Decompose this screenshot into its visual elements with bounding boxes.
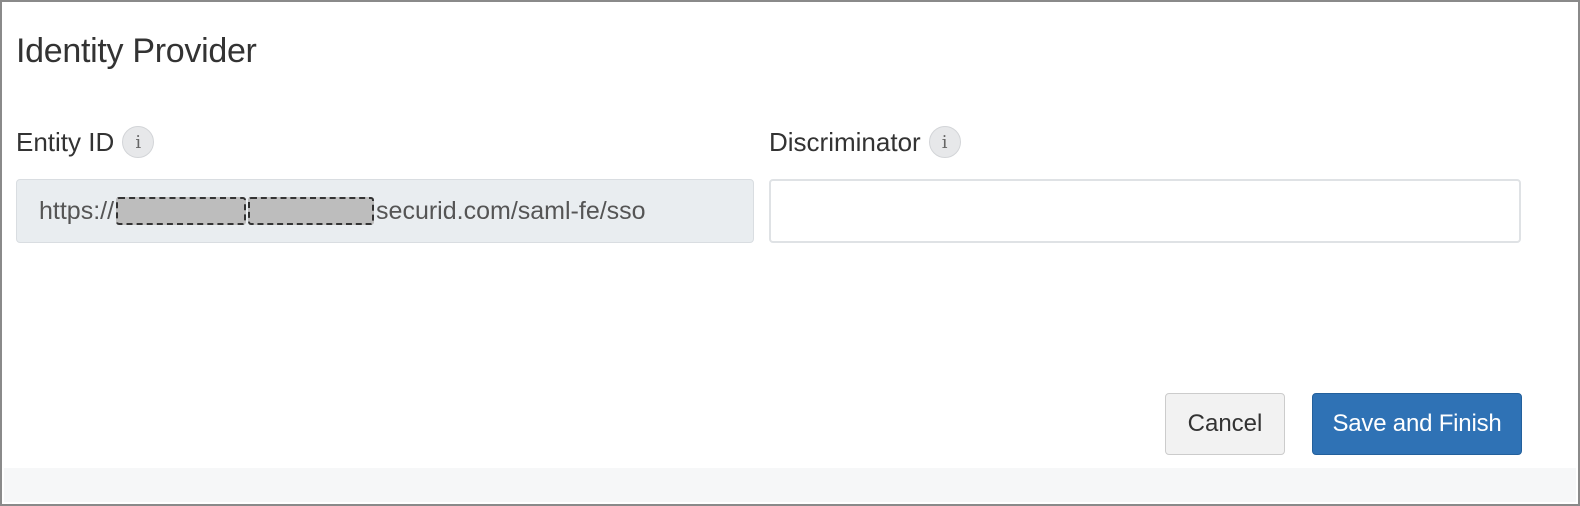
entity-id-label: Entity ID	[16, 126, 115, 157]
discriminator-input[interactable]	[769, 179, 1521, 243]
info-icon[interactable]: i	[122, 126, 155, 158]
discriminator-label: Discriminator	[769, 126, 921, 157]
identity-provider-panel: Identity Provider Entity ID i Discrimina…	[0, 0, 1580, 506]
redaction-block	[116, 197, 247, 225]
cancel-button[interactable]: Cancel	[1165, 393, 1285, 455]
entity-id-label-group: Entity ID i	[16, 126, 155, 158]
entity-id-value-prefix: https://	[39, 196, 115, 225]
info-icon[interactable]: i	[928, 126, 961, 158]
discriminator-label-group: Discriminator i	[769, 126, 961, 158]
entity-id-value-suffix: securid.com/saml-fe/sso	[376, 196, 646, 225]
entity-id-field: https:// securid.com/saml-fe/sso	[16, 179, 754, 243]
redaction-block	[248, 197, 375, 225]
save-and-finish-button[interactable]: Save and Finish	[1312, 393, 1522, 455]
footer-strip	[4, 468, 1576, 502]
page-title: Identity Provider	[16, 32, 257, 70]
